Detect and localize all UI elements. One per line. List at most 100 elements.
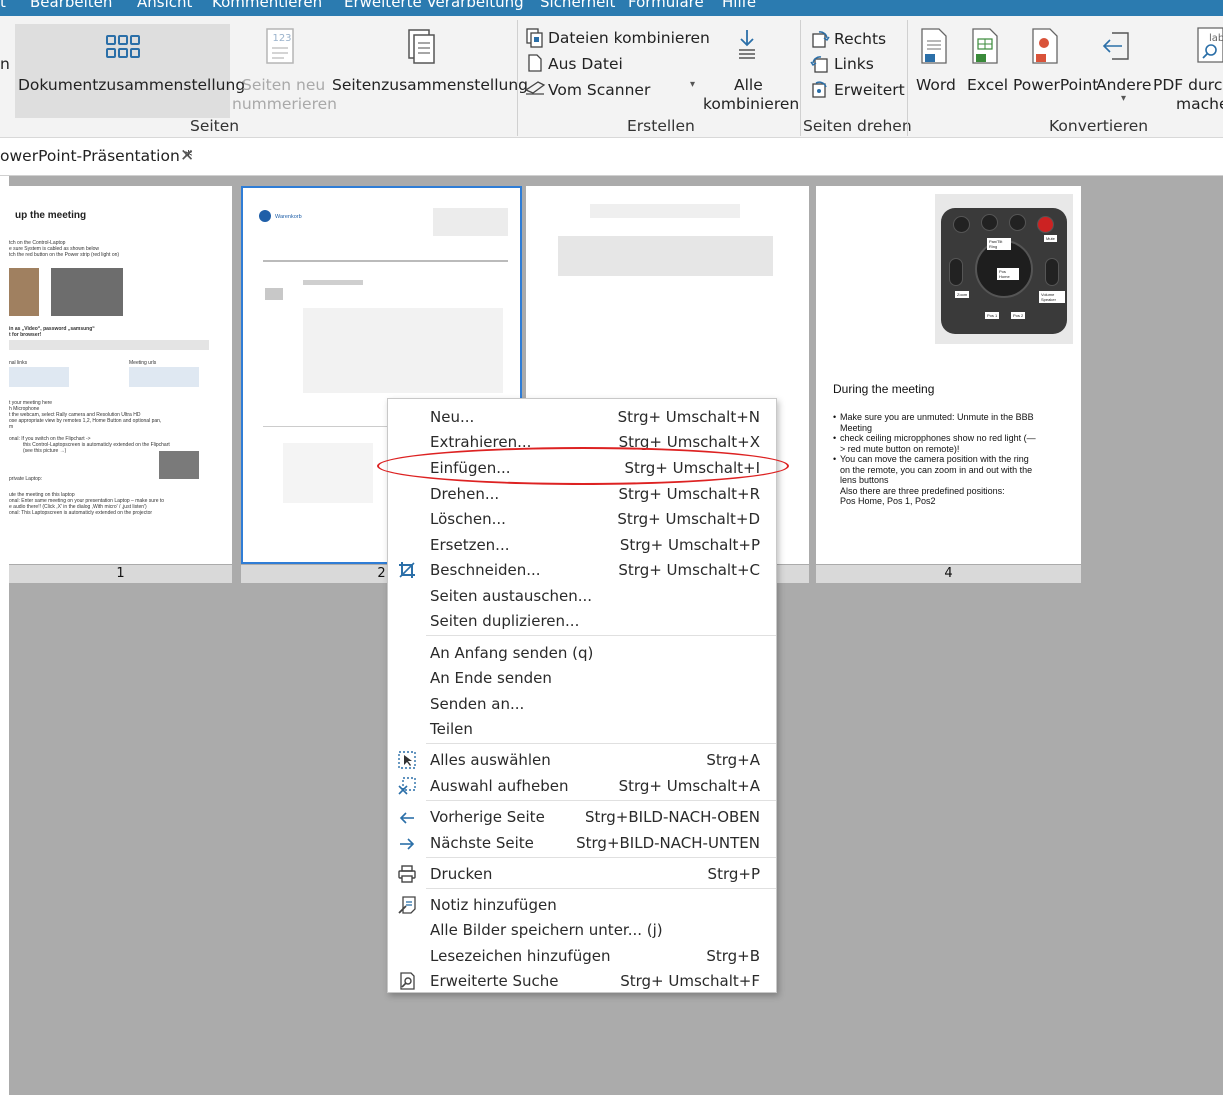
support-block <box>283 443 373 503</box>
menu-item-beschneiden[interactable]: Beschneiden... Strg+ Umschalt+C <box>388 557 776 582</box>
group-divider <box>517 20 518 136</box>
page-grid-icon <box>106 35 140 58</box>
menu-item-label: Seiten duplizieren... <box>430 612 580 630</box>
alle-kombinieren-label[interactable]: Alle <box>734 76 763 94</box>
vom-scanner-button[interactable]: Vom Scanner <box>548 81 650 99</box>
zoom-button <box>949 258 963 286</box>
menu-item-label: An Ende senden <box>430 669 552 687</box>
advanced-search-icon <box>400 972 415 990</box>
menu-item-label: Drucken <box>430 865 493 883</box>
menu-item-einfuegen[interactable]: Einfügen... Strg+ Umschalt+I <box>388 455 776 480</box>
erstellen-group-label: Erstellen <box>627 117 695 135</box>
page4-list: Make sure you are unmuted: Unmute in the… <box>833 412 1040 507</box>
menu-item-label: Vorherige Seite <box>430 808 545 826</box>
menu-item-comment[interactable]: Kommentieren <box>212 0 322 11</box>
menu-item-vorherige-seite[interactable]: Vorherige Seite Strg+BILD-NACH-OBEN <box>388 804 776 829</box>
menu-item-alles-auswaehlen[interactable]: Alles auswählen Strg+A <box>388 747 776 772</box>
menu-item-extrahieren[interactable]: Extrahieren... Strg+ Umschalt+X <box>388 429 776 454</box>
erweitert-drehen-button[interactable]: Erweitert <box>834 81 905 99</box>
remote-label-zoom: Zoom <box>955 291 970 298</box>
page4-extra-line: Also there are three predefined position… <box>840 485 1005 496</box>
order-info-block <box>433 208 508 236</box>
renumber-icon-number: 123 <box>272 33 291 44</box>
menu-item-seiten-austauschen[interactable]: Seiten austauschen... <box>388 583 776 608</box>
menu-item-naechste-seite[interactable]: Nächste Seite Strg+BILD-NACH-UNTEN <box>388 830 776 855</box>
menu-item-security[interactable]: Sicherheit <box>540 0 615 11</box>
menu-item-edit[interactable]: Bearbeiten <box>30 0 112 11</box>
menu-item-label: An Anfang senden (q) <box>430 644 594 662</box>
word-button[interactable]: Word <box>916 76 956 94</box>
alle-kombinieren-label-2[interactable]: kombinieren <box>703 95 799 113</box>
page-thumbnail-1[interactable]: up the meeting tch on the Control-Laptop… <box>9 186 232 564</box>
menu-item-help[interactable]: Hilfe <box>722 0 756 11</box>
links-block <box>9 367 69 387</box>
page1-text-line: private Laptop: <box>9 476 43 482</box>
menu-item-drehen[interactable]: Drehen... Strg+ Umschalt+R <box>388 481 776 506</box>
menu-item-shortcut: Strg+ Umschalt+N <box>617 408 760 426</box>
menu-item-label: Auswahl aufheben <box>430 777 569 795</box>
menu-item-drucken[interactable]: Drucken Strg+P <box>388 861 776 886</box>
printer-icon <box>398 865 416 883</box>
deselect-icon <box>398 777 416 795</box>
page4-bullet: Make sure you are unmuted: Unmute in the… <box>833 412 1040 433</box>
dateien-kombinieren-button[interactable]: Dateien kombinieren <box>548 29 710 47</box>
page4-extra-line: Pos Home, Pos 1, Pos2 <box>840 496 936 506</box>
menu-item-shortcut: Strg+ Umschalt+F <box>620 972 760 990</box>
urls-block <box>129 367 199 387</box>
rechts-drehen-button[interactable]: Rechts <box>834 30 886 48</box>
page1-text-line: Meeting urls <box>129 360 157 366</box>
remote-label-volume: Volume Speaker <box>1039 291 1065 303</box>
andere-button[interactable]: Andere <box>1096 76 1151 94</box>
konvertieren-group-label: Konvertieren <box>1049 117 1149 135</box>
word-file-icon <box>921 28 947 64</box>
powerpoint-button[interactable]: PowerPoint <box>1013 76 1098 94</box>
menu-item-label: Nächste Seite <box>430 834 534 852</box>
page-thumbnail-4[interactable]: Mute Pan/Tilt Ring Pos Home Zoom Volume … <box>816 186 1081 564</box>
renumber-pages-icon: 123 <box>266 28 294 64</box>
menu-item-senden-an[interactable]: Senden an... <box>388 691 776 716</box>
note-icon <box>398 896 416 914</box>
page1-text-line: onal: This Laptopscreen is automaticly e… <box>9 510 153 516</box>
seiten-neu-nummerieren-label[interactable]: Seiten neu <box>242 76 325 94</box>
menu-item-label: Senden an... <box>430 695 525 713</box>
menu-item-auswahl-aufheben[interactable]: Auswahl aufheben Strg+ Umschalt+A <box>388 773 776 798</box>
excel-button[interactable]: Excel <box>967 76 1008 94</box>
andere-dropdown-icon[interactable]: ▾ <box>1121 93 1126 104</box>
pdf-durch-label[interactable]: PDF durch <box>1153 76 1223 94</box>
menu-item-teilen[interactable]: Teilen <box>388 716 776 741</box>
menu-item-erweiterte-suche[interactable]: Erweiterte Suche Strg+ Umschalt+F <box>388 968 776 993</box>
menu-item-forms[interactable]: Formulare <box>628 0 704 11</box>
menu-item-an-anfang-senden[interactable]: An Anfang senden (q) <box>388 640 776 665</box>
pdf-durch-label-2[interactable]: mache <box>1176 95 1223 113</box>
seiten-neu-nummerieren-label-2[interactable]: nummerieren <box>232 95 337 113</box>
crop-icon <box>399 562 415 578</box>
menu-item-view[interactable]: Ansicht <box>137 0 192 11</box>
page1-text-line: m <box>9 424 14 430</box>
seitenzusammenstellung-button[interactable]: Seitenzusammenstellung <box>332 76 528 94</box>
ribbon-cut-label: n <box>0 55 10 73</box>
menu-item-seiten-duplizieren[interactable]: Seiten duplizieren... <box>388 608 776 633</box>
ribbon: n Dokumentzusammenstellung 123 Seiten ne… <box>0 16 1223 138</box>
menu-item-notiz-hinzufuegen[interactable]: Notiz hinzufügen <box>388 892 776 917</box>
menu-item-alle-bilder-speichern[interactable]: Alle Bilder speichern unter... (j) <box>388 917 776 942</box>
remote-button <box>1009 214 1026 231</box>
menu-item-neu[interactable]: Neu... Strg+ Umschalt+N <box>388 404 776 429</box>
select-all-icon <box>398 751 416 769</box>
aus-datei-button[interactable]: Aus Datei <box>548 55 623 73</box>
document-tab[interactable]: owerPoint-Präsentation * <box>0 147 192 165</box>
menu-item-loeschen[interactable]: Löschen... Strg+ Umschalt+D <box>388 506 776 531</box>
page1-text-line: ose appropriate view by remotes 1,2, Hom… <box>9 418 162 424</box>
menu-item-an-ende-senden[interactable]: An Ende senden <box>388 665 776 690</box>
menu-item-advanced[interactable]: Erweiterte Verarbeitung <box>344 0 524 11</box>
menu-item-file[interactable]: t <box>0 0 6 11</box>
dell-logo <box>259 210 271 222</box>
menu-item-lesezeichen-hinzufuegen[interactable]: Lesezeichen hinzufügen Strg+B <box>388 943 776 968</box>
page-assembly-icon <box>408 29 435 64</box>
scanner-dropdown-icon[interactable]: ▾ <box>690 79 695 90</box>
seiten-drehen-group-label: Seiten drehen <box>803 117 912 135</box>
menu-item-label: Teilen <box>430 720 473 738</box>
menu-separator <box>426 857 776 858</box>
close-tab-icon[interactable]: ✕ <box>180 146 194 166</box>
menu-item-ersetzen[interactable]: Ersetzen... Strg+ Umschalt+P <box>388 532 776 557</box>
links-drehen-button[interactable]: Links <box>834 55 874 73</box>
